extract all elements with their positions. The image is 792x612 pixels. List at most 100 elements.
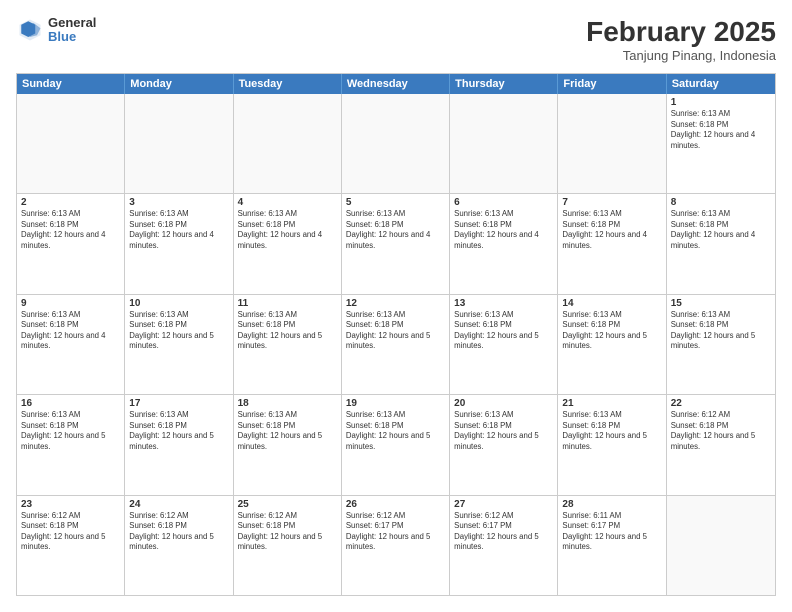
day-number: 8	[671, 197, 771, 208]
day-number: 25	[238, 499, 337, 510]
day-cell-11: 11Sunrise: 6:13 AMSunset: 6:18 PMDayligh…	[234, 295, 342, 394]
month-title: February 2025	[586, 16, 776, 48]
header-day-wednesday: Wednesday	[342, 74, 450, 94]
day-info: Sunrise: 6:13 AMSunset: 6:18 PMDaylight:…	[562, 209, 661, 251]
logo-text: General Blue	[48, 16, 96, 45]
header-day-monday: Monday	[125, 74, 233, 94]
empty-cell	[558, 94, 666, 193]
calendar-row-2: 9 Sunrise: 6:13 AMSunset: 6:18 PMDaylight…	[17, 294, 775, 394]
title-block: February 2025 Tanjung Pinang, Indonesia	[586, 16, 776, 63]
day-info: Sunrise: 6:12 AMSunset: 6:18 PMDaylight:…	[238, 511, 337, 553]
day-info: Sunrise: 6:12 AMSunset: 6:17 PMDaylight:…	[346, 511, 445, 553]
day-cell-7: 7Sunrise: 6:13 AMSunset: 6:18 PMDaylight…	[558, 194, 666, 293]
empty-cell	[17, 94, 125, 193]
day-cell-19: 19Sunrise: 6:13 AMSunset: 6:18 PMDayligh…	[342, 395, 450, 494]
day-cell-16: 16Sunrise: 6:13 AMSunset: 6:18 PMDayligh…	[17, 395, 125, 494]
day-info: Sunrise: 6:12 AMSunset: 6:18 PMDaylight:…	[129, 511, 228, 553]
header-day-tuesday: Tuesday	[234, 74, 342, 94]
day-number: 17	[129, 398, 228, 409]
day-number: 11	[238, 298, 337, 309]
day-number: 28	[562, 499, 661, 510]
day-info: Sunrise: 6:13 AMSunset: 6:18 PMDaylight:…	[129, 209, 228, 251]
day-info: Sunrise: 6:12 AMSunset: 6:17 PMDaylight:…	[454, 511, 553, 553]
day-cell-18: 18Sunrise: 6:13 AMSunset: 6:18 PMDayligh…	[234, 395, 342, 494]
day-number: 27	[454, 499, 553, 510]
day-info: Sunrise: 6:13 AMSunset: 6:18 PMDaylight:…	[238, 410, 337, 452]
day-number: 4	[238, 197, 337, 208]
day-cell-13: 13Sunrise: 6:13 AMSunset: 6:18 PMDayligh…	[450, 295, 558, 394]
day-info: Sunrise: 6:13 AMSunset: 6:18 PMDaylight:…	[238, 209, 337, 251]
day-number: 7	[562, 197, 661, 208]
day-number: 5	[346, 197, 445, 208]
day-cell-28: 28Sunrise: 6:11 AMSunset: 6:17 PMDayligh…	[558, 496, 666, 595]
day-cell-8: 8Sunrise: 6:13 AMSunset: 6:18 PMDaylight…	[667, 194, 775, 293]
day-number: 9	[21, 298, 120, 309]
header-day-sunday: Sunday	[17, 74, 125, 94]
day-number: 14	[562, 298, 661, 309]
day-info: Sunrise: 6:13 AMSunset: 6:18 PMDaylight:…	[562, 410, 661, 452]
day-info: Sunrise: 6:13 AMSunset: 6:18 PMDaylight:…	[671, 310, 771, 352]
day-number: 16	[21, 398, 120, 409]
page: General Blue February 2025 Tanjung Pinan…	[0, 0, 792, 612]
day-cell-23: 23Sunrise: 6:12 AMSunset: 6:18 PMDayligh…	[17, 496, 125, 595]
calendar: SundayMondayTuesdayWednesdayThursdayFrid…	[16, 73, 776, 596]
calendar-row-0: 1Sunrise: 6:13 AMSunset: 6:18 PMDaylight…	[17, 94, 775, 193]
day-info: Sunrise: 6:13 AMSunset: 6:18 PMDaylight:…	[129, 410, 228, 452]
day-info: Sunrise: 6:13 AMSunset: 6:18 PMDaylight:…	[346, 310, 445, 352]
day-info: Sunrise: 6:12 AMSunset: 6:18 PMDaylight:…	[671, 410, 771, 452]
day-number: 10	[129, 298, 228, 309]
day-cell-24: 24Sunrise: 6:12 AMSunset: 6:18 PMDayligh…	[125, 496, 233, 595]
day-info: Sunrise: 6:13 AMSunset: 6:18 PMDaylight:…	[21, 209, 120, 251]
day-cell-12: 12Sunrise: 6:13 AMSunset: 6:18 PMDayligh…	[342, 295, 450, 394]
day-number: 18	[238, 398, 337, 409]
calendar-row-3: 16Sunrise: 6:13 AMSunset: 6:18 PMDayligh…	[17, 394, 775, 494]
empty-cell	[667, 496, 775, 595]
day-cell-20: 20Sunrise: 6:13 AMSunset: 6:18 PMDayligh…	[450, 395, 558, 494]
logo: General Blue	[16, 16, 96, 45]
day-cell-25: 25Sunrise: 6:12 AMSunset: 6:18 PMDayligh…	[234, 496, 342, 595]
day-number: 22	[671, 398, 771, 409]
calendar-row-1: 2Sunrise: 6:13 AMSunset: 6:18 PMDaylight…	[17, 193, 775, 293]
day-info: Sunrise: 6:13 AMSunset: 6:18 PMDaylight:…	[562, 310, 661, 352]
day-number: 21	[562, 398, 661, 409]
day-cell-21: 21Sunrise: 6:13 AMSunset: 6:18 PMDayligh…	[558, 395, 666, 494]
calendar-body: 1Sunrise: 6:13 AMSunset: 6:18 PMDaylight…	[17, 94, 775, 595]
day-number: 12	[346, 298, 445, 309]
calendar-header: SundayMondayTuesdayWednesdayThursdayFrid…	[17, 74, 775, 94]
day-number: 26	[346, 499, 445, 510]
day-cell-17: 17Sunrise: 6:13 AMSunset: 6:18 PMDayligh…	[125, 395, 233, 494]
header-day-thursday: Thursday	[450, 74, 558, 94]
day-cell-2: 2Sunrise: 6:13 AMSunset: 6:18 PMDaylight…	[17, 194, 125, 293]
day-number: 15	[671, 298, 771, 309]
day-cell-27: 27Sunrise: 6:12 AMSunset: 6:17 PMDayligh…	[450, 496, 558, 595]
day-cell-26: 26Sunrise: 6:12 AMSunset: 6:17 PMDayligh…	[342, 496, 450, 595]
empty-cell	[450, 94, 558, 193]
day-cell-5: 5Sunrise: 6:13 AMSunset: 6:18 PMDaylight…	[342, 194, 450, 293]
day-number: 3	[129, 197, 228, 208]
day-cell-22: 22Sunrise: 6:12 AMSunset: 6:18 PMDayligh…	[667, 395, 775, 494]
day-info: Sunrise: 6:13 AMSunset: 6:18 PMDaylight:…	[21, 410, 120, 452]
day-info: Sunrise: 6:13 AMSunset: 6:18 PMDaylight:…	[671, 209, 771, 251]
logo-general-text: General	[48, 16, 96, 30]
day-info: Sunrise: 6:13 AMSunset: 6:18 PMDaylight:…	[238, 310, 337, 352]
logo-icon	[16, 16, 44, 44]
day-cell-1: 1Sunrise: 6:13 AMSunset: 6:18 PMDaylight…	[667, 94, 775, 193]
day-info: Sunrise: 6:13 AMSunset: 6:18 PMDaylight:…	[671, 109, 771, 151]
day-cell-9: 9Sunrise: 6:13 AMSunset: 6:18 PMDaylight…	[17, 295, 125, 394]
header-day-friday: Friday	[558, 74, 666, 94]
day-cell-4: 4Sunrise: 6:13 AMSunset: 6:18 PMDaylight…	[234, 194, 342, 293]
day-info: Sunrise: 6:13 AMSunset: 6:18 PMDaylight:…	[454, 310, 553, 352]
day-number: 23	[21, 499, 120, 510]
day-cell-6: 6Sunrise: 6:13 AMSunset: 6:18 PMDaylight…	[450, 194, 558, 293]
location: Tanjung Pinang, Indonesia	[586, 48, 776, 63]
day-cell-15: 15Sunrise: 6:13 AMSunset: 6:18 PMDayligh…	[667, 295, 775, 394]
day-number: 1	[671, 97, 771, 108]
day-number: 13	[454, 298, 553, 309]
day-number: 6	[454, 197, 553, 208]
logo-blue-text: Blue	[48, 30, 96, 44]
header-day-saturday: Saturday	[667, 74, 775, 94]
empty-cell	[125, 94, 233, 193]
day-number: 24	[129, 499, 228, 510]
day-info: Sunrise: 6:13 AMSunset: 6:18 PMDaylight:…	[346, 209, 445, 251]
day-cell-3: 3Sunrise: 6:13 AMSunset: 6:18 PMDaylight…	[125, 194, 233, 293]
